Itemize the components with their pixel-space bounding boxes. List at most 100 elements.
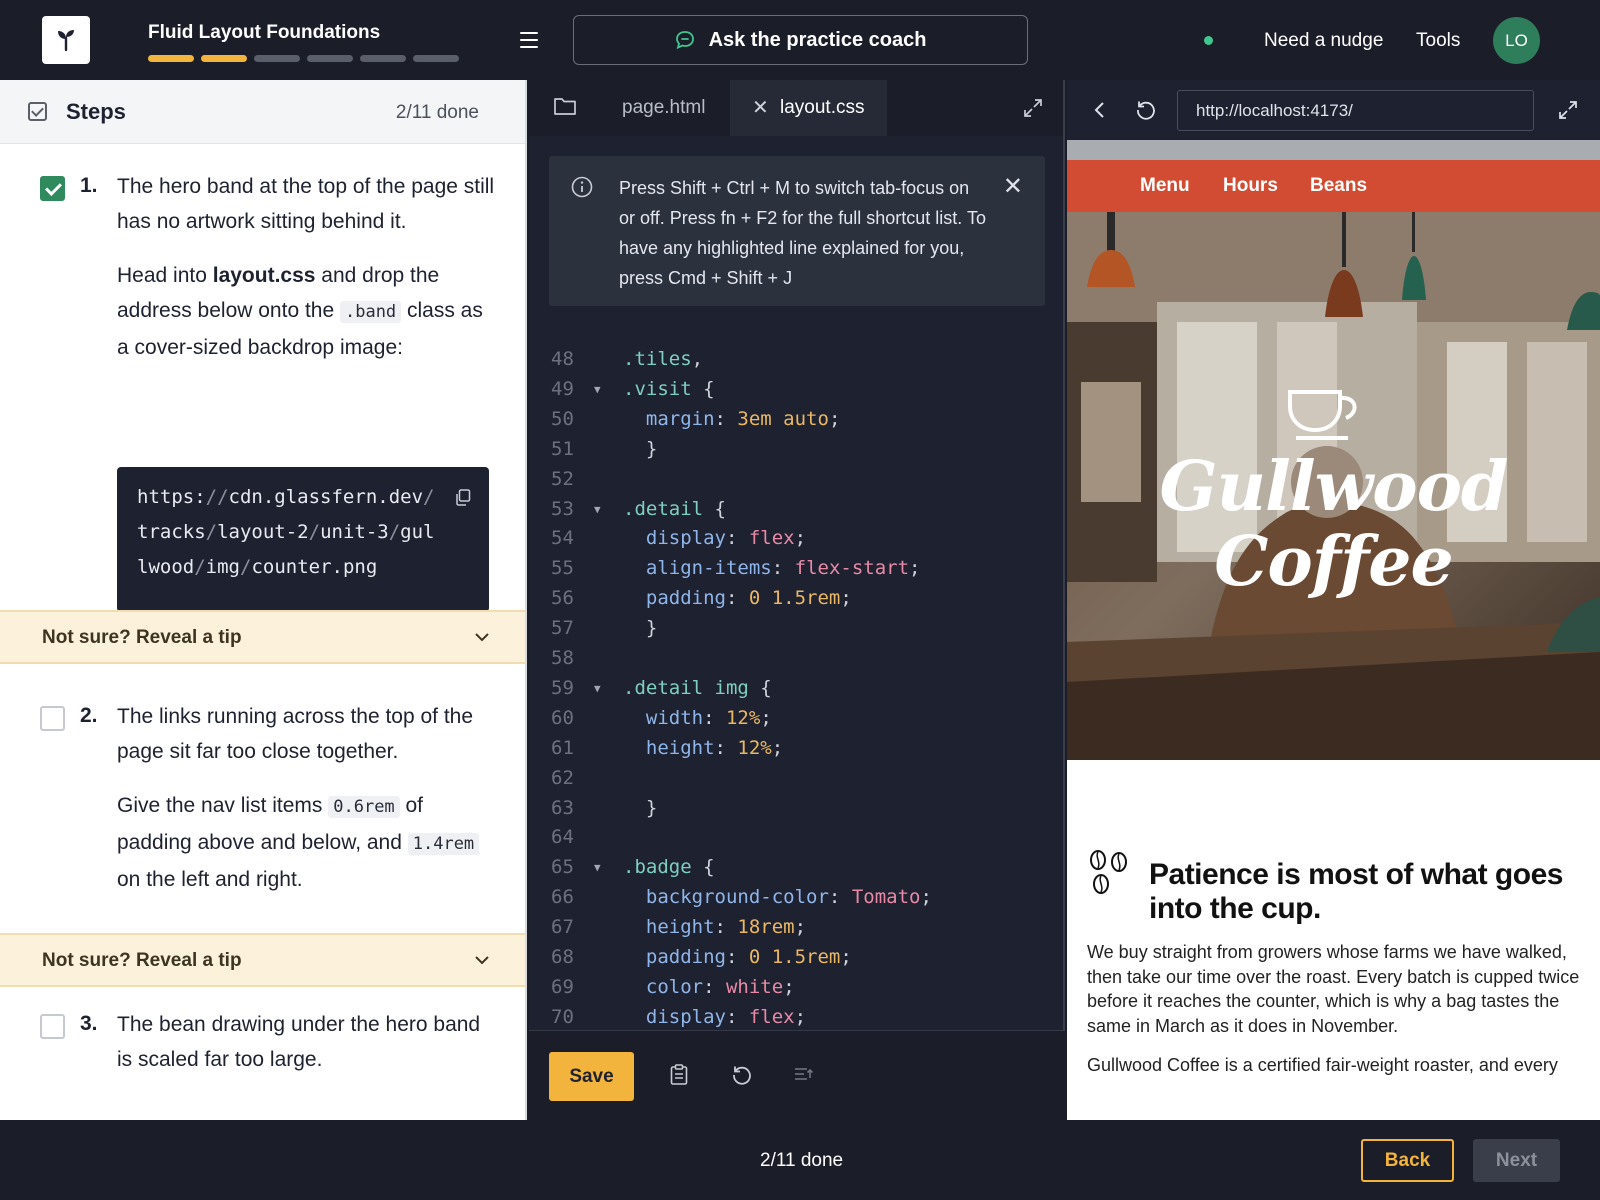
bottom-progress-count: 2/11 done (760, 1150, 844, 1171)
step-3-checkbox[interactable] (40, 1014, 65, 1039)
step-1-detail: Head into layout.css and drop the addres… (117, 258, 497, 365)
format-code-icon[interactable] (793, 1064, 815, 1084)
chevron-down-icon (475, 956, 489, 965)
url-code-block[interactable]: https://cdn.glassfern.dev/tracks/layout-… (117, 467, 489, 612)
line-number: 64 (551, 826, 574, 849)
folder-icon[interactable] (553, 96, 577, 116)
line-number: 52 (551, 467, 574, 490)
step-1-detail-text: Head into (117, 264, 213, 287)
code-line[interactable]: } (623, 617, 657, 639)
line-number: 59 (551, 676, 574, 699)
clipboard-icon[interactable] (669, 1064, 689, 1086)
tab-page-html[interactable]: page.html (622, 97, 705, 119)
line-number: 67 (551, 916, 574, 939)
tip-toggle-1[interactable]: Not sure? Reveal a tip (0, 610, 525, 664)
code-line[interactable]: height: 12%; (623, 737, 783, 759)
hero-brand-line-2: Coffee (1214, 522, 1454, 602)
copy-icon[interactable] (455, 489, 471, 506)
step-1-class-code: .band (339, 301, 402, 323)
step-2-prompt: The links running across the top of the … (117, 705, 474, 763)
back-button[interactable]: Back (1361, 1139, 1454, 1182)
course-progress (148, 55, 459, 62)
expand-icon[interactable] (1558, 100, 1578, 120)
app-logo[interactable] (42, 16, 90, 64)
steps-header: Steps 2/11 done (0, 80, 525, 144)
step-3-prompt: The bean drawing under the hero band is … (117, 1013, 481, 1071)
site-nav-menu[interactable]: Menu (1140, 175, 1190, 197)
steps-title: Steps (66, 99, 126, 124)
code-line[interactable]: padding: 0 1.5rem; (623, 587, 852, 609)
code-line[interactable]: width: 12%; (623, 707, 772, 729)
fold-toggle-icon[interactable]: ▼ (594, 503, 601, 516)
address-bar[interactable]: http://localhost:4173/ (1177, 90, 1534, 131)
sprout-icon (58, 30, 74, 52)
code-line[interactable]: align-items: flex-start; (623, 557, 921, 579)
line-number: 65 (551, 856, 574, 879)
tab-layout-css[interactable]: ✕ layout.css (730, 80, 887, 136)
code-line[interactable]: display: flex; (623, 527, 806, 549)
code-line[interactable]: .detail { (623, 498, 726, 520)
code-line[interactable]: .tiles, (623, 348, 703, 370)
step-2-checkbox[interactable] (40, 706, 65, 731)
code-line[interactable]: .visit { (623, 378, 715, 400)
preview-toolbar: http://localhost:4173/ (1067, 80, 1600, 140)
hero-band: Gullwood Coffee (1067, 212, 1600, 760)
step-1-file-name: layout.css (212, 264, 316, 287)
ask-coach-label: Ask the practice coach (708, 28, 927, 51)
need-nudge-link[interactable]: Need a nudge (1264, 30, 1383, 52)
step-2-detail-text: Give the nav list items (117, 794, 329, 817)
tools-menu[interactable]: Tools (1416, 30, 1460, 52)
site-nav-beans[interactable]: Beans (1310, 175, 1367, 197)
step-1-prompt: The hero band at the top of the page sti… (117, 175, 495, 233)
save-button[interactable]: Save (549, 1052, 634, 1101)
reload-icon[interactable] (1135, 99, 1157, 121)
line-number: 49 (551, 377, 574, 400)
article-paragraph-1: We buy straight from growers whose farms… (1087, 942, 1580, 1036)
user-avatar[interactable]: LO (1493, 17, 1540, 64)
close-tab-icon[interactable]: ✕ (752, 95, 769, 120)
menu-icon[interactable] (518, 30, 540, 50)
article-paragraph-2: Gullwood Coffee is a certified fair-weig… (1087, 1055, 1558, 1075)
code-line[interactable]: padding: 0 1.5rem; (623, 946, 852, 968)
line-number: 63 (551, 796, 574, 819)
progress-segment (148, 55, 194, 62)
fold-toggle-icon[interactable]: ▼ (594, 383, 601, 396)
code-line[interactable]: background-color: Tomato; (623, 886, 932, 908)
line-number: 54 (551, 527, 574, 550)
tip-toggle-2[interactable]: Not sure? Reveal a tip (0, 933, 525, 987)
step-1-checkbox[interactable] (40, 176, 65, 201)
next-button[interactable]: Next (1473, 1139, 1560, 1182)
fold-toggle-icon[interactable]: ▼ (594, 682, 601, 695)
hero-overlay: Gullwood Coffee (1067, 212, 1600, 760)
code-line[interactable]: .badge { (623, 856, 715, 878)
step-2-detail-text: on the left and right. (117, 868, 303, 891)
url-code-lines: https://cdn.glassfern.dev/tracks/layout-… (137, 480, 469, 585)
code-area[interactable]: 48 .tiles, 49 ▼ .visit {50 margin: 3em auto;… (529, 340, 1065, 1030)
code-line[interactable]: height: 18rem; (623, 916, 806, 938)
expand-icon[interactable] (1023, 98, 1043, 118)
coffee-beans-icon (1090, 850, 1127, 894)
back-arrow-icon[interactable] (1093, 100, 1107, 120)
code-line[interactable]: } (623, 797, 657, 819)
online-status-dot (1204, 36, 1213, 45)
editor-footer: Save (529, 1030, 1065, 1120)
progress-segment (201, 55, 247, 62)
chat-bubble-icon (675, 31, 694, 50)
site-nav-hours[interactable]: Hours (1223, 175, 1278, 197)
line-number: 55 (551, 557, 574, 580)
code-line[interactable]: display: flex; (623, 1006, 806, 1028)
code-line[interactable]: color: white; (623, 976, 795, 998)
code-line[interactable]: .detail img { (623, 677, 772, 699)
top-bar: Fluid Layout Foundations Ask the practic… (0, 0, 1600, 80)
ask-coach-button[interactable]: Ask the practice coach (573, 15, 1028, 65)
checklist-icon (28, 102, 47, 121)
line-number: 57 (551, 617, 574, 640)
code-line[interactable]: } (623, 438, 657, 460)
reset-icon[interactable] (731, 1064, 753, 1086)
fold-toggle-icon[interactable]: ▼ (594, 861, 601, 874)
step-1-number: 1. (80, 174, 98, 197)
url-code-line: lwood/img/counter.png (137, 556, 378, 578)
code-line[interactable]: margin: 3em auto; (623, 408, 841, 430)
preview-top-strip (1067, 140, 1600, 160)
close-icon[interactable]: ✕ (1003, 172, 1023, 201)
